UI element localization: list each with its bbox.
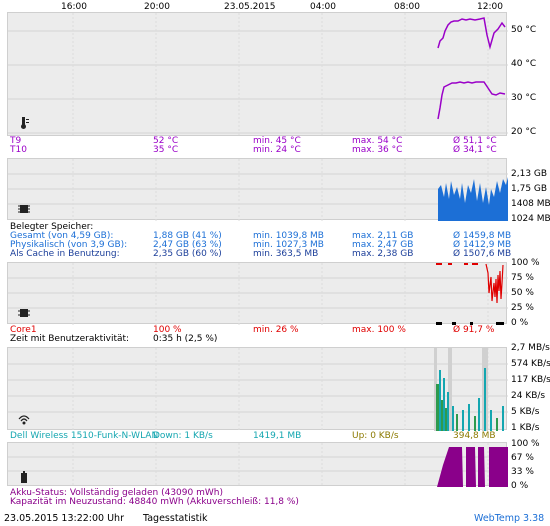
battery-icon [21, 471, 27, 483]
battery-axis-label: 0 % [511, 481, 529, 491]
sensor-avg: Ø 34,1 °C [453, 145, 497, 155]
battery-axis-label: 100 % [511, 439, 540, 449]
temp-axis-label: 50 °C [511, 25, 537, 35]
battery-area [437, 447, 508, 487]
t9-line [437, 17, 506, 50]
memory-axis-label: 1408 MB [511, 199, 550, 209]
memory-min: min. 363,5 MB [253, 249, 319, 259]
thermometer-icon [21, 117, 29, 129]
battery-axis-label: 67 % [511, 453, 534, 463]
footer-datetime: 23.05.2015 13:22:00 Uhr [4, 513, 124, 524]
cpu-chip-icon [18, 309, 30, 317]
t10-line [437, 81, 506, 120]
time-label: 20:00 [144, 2, 170, 12]
memory-current: 2,35 GB (60 %) [153, 249, 222, 259]
network-up-rate: Up: 0 KB/s [352, 431, 399, 441]
activity-value: 0:35 h (2,5 %) [153, 334, 218, 344]
memory-axis-label: 1,75 GB [511, 184, 548, 194]
time-label: 08:00 [394, 2, 420, 12]
memory-axis-label: 2,13 GB [511, 169, 548, 179]
network-axis-label: 5 KB/s [511, 407, 540, 417]
time-label: 23.05.2015 [224, 2, 276, 12]
memory-max: max. 2,38 GB [352, 249, 414, 259]
temperature-chart [7, 12, 508, 137]
app-version[interactable]: WebTemp 3.38 [474, 514, 544, 524]
sensor-max: max. 36 °C [352, 145, 403, 155]
cpu-axis-label: 25 % [511, 303, 534, 313]
memory-chip-icon [18, 205, 30, 213]
network-axis-label: 117 KB/s [511, 375, 550, 385]
network-down-rate: Down: 1 KB/s [153, 431, 213, 441]
sensor-name: T10 [10, 145, 27, 155]
network-up-total: 394,8 MB [453, 431, 496, 441]
memory-area [438, 177, 508, 221]
sensor-current: 35 °C [153, 145, 179, 155]
time-label: 12:00 [477, 2, 503, 12]
time-label: 16:00 [61, 2, 87, 12]
network-plot [8, 348, 508, 431]
memory-axis-label: 1024 MB [511, 214, 550, 224]
cpu-chart [7, 262, 508, 325]
activity-label: Zeit mit Benutzeraktivität: [10, 334, 130, 344]
temp-axis-label: 40 °C [511, 59, 537, 69]
network-chart [7, 347, 508, 431]
memory-plot [8, 159, 508, 221]
battery-capacity: Kapazität im Neuzustand: 48840 mWh (Akku… [10, 497, 299, 507]
temperature-plot [8, 13, 508, 137]
sensor-min: min. 24 °C [253, 145, 301, 155]
network-axis-label: 24 KB/s [511, 391, 546, 401]
network-down-total: 1419,1 MB [253, 431, 302, 441]
battery-axis-label: 33 % [511, 467, 534, 477]
time-label: 04:00 [310, 2, 336, 12]
cpu-axis-label: 75 % [511, 273, 534, 283]
network-axis-label: 574 KB/s [511, 359, 550, 369]
wifi-icon [18, 415, 30, 425]
memory-chart [7, 158, 508, 221]
cpu-max: max. 100 % [352, 325, 406, 335]
cpu-min: min. 26 % [253, 325, 299, 335]
memory-avg: Ø 1507,6 MB [453, 249, 512, 259]
temp-axis-label: 30 °C [511, 93, 537, 103]
cpu-line [436, 263, 504, 304]
battery-chart [7, 442, 508, 487]
temp-axis-label: 20 °C [511, 127, 537, 137]
cpu-plot [8, 263, 508, 325]
cpu-axis-label: 0 % [511, 318, 529, 328]
battery-plot [8, 443, 508, 487]
network-axis-label: 1 KB/s [511, 423, 540, 433]
network-adapter-name: Dell Wireless 1510-Funk-N-WLAN [10, 431, 159, 441]
daily-stats-link[interactable]: Tagesstatistik [143, 514, 208, 524]
cpu-axis-label: 100 % [511, 258, 540, 268]
cpu-axis-label: 50 % [511, 288, 534, 298]
network-bars [436, 368, 504, 431]
cpu-avg: Ø 91,7 % [453, 325, 495, 335]
memory-name: Als Cache in Benutzung: [10, 249, 120, 259]
network-axis-label: 2,7 MB/s [511, 343, 550, 353]
